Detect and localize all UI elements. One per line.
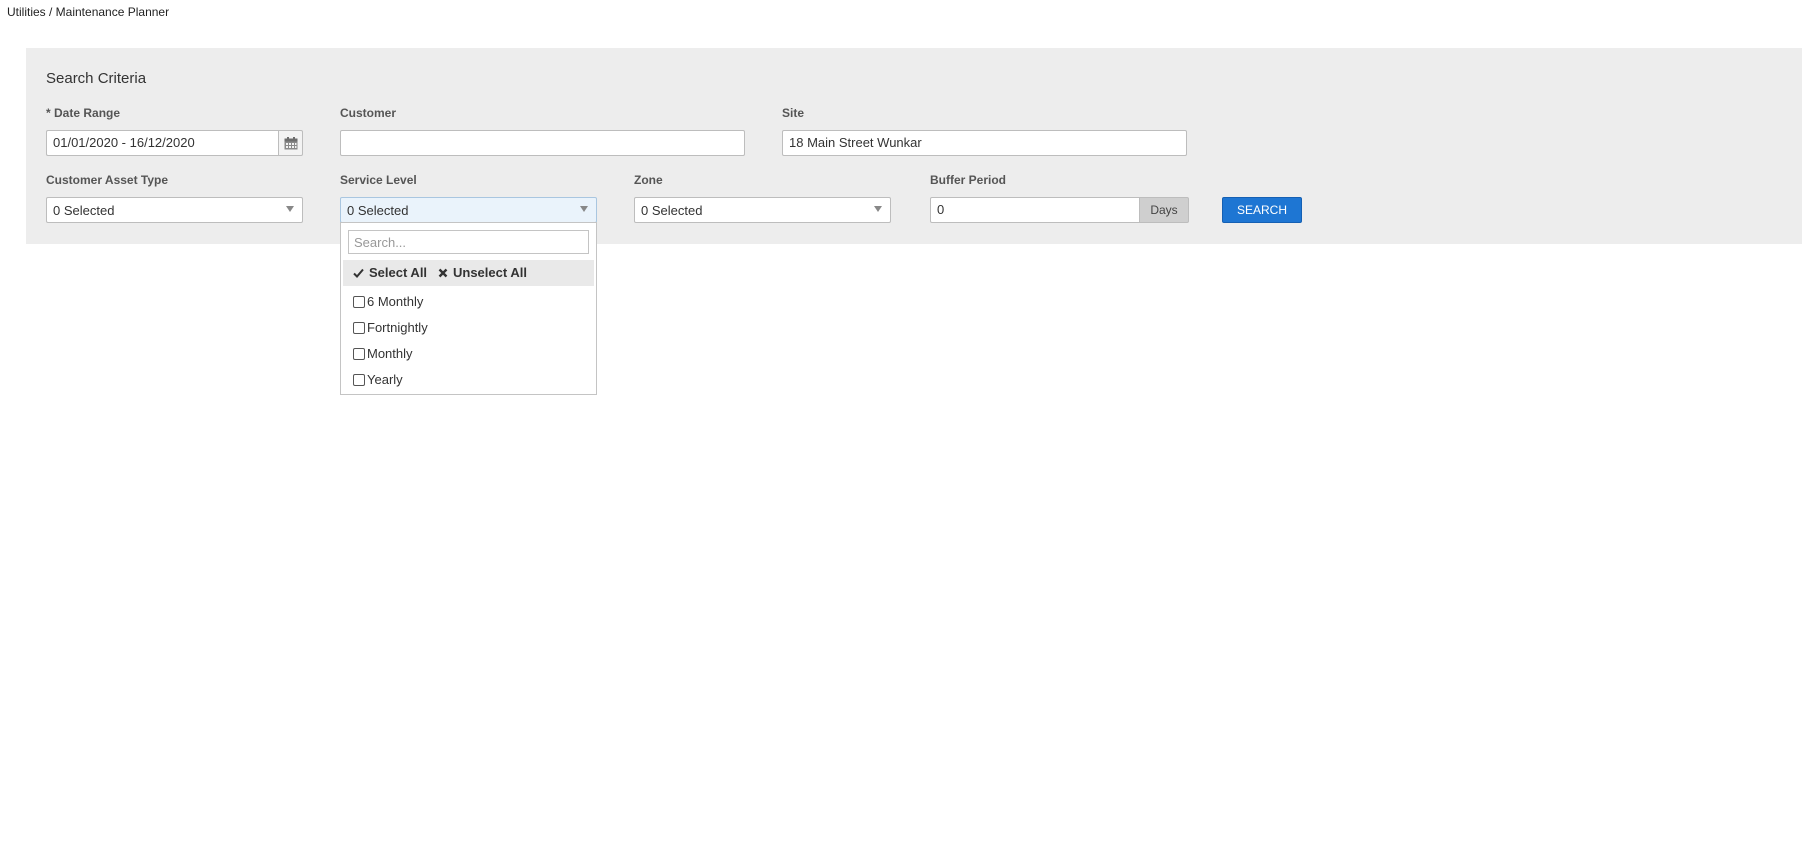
option-label: Yearly (367, 372, 403, 387)
option-label: Fortnightly (367, 320, 428, 335)
calendar-icon (284, 136, 297, 149)
service-level-dropdown: Search... Select All Unselect All 6 Mont… (340, 222, 597, 395)
search-criteria-panel: Search Criteria * Date Range 01/01/2020 … (26, 48, 1802, 244)
buffer-period-control: 0 Days (930, 197, 1189, 223)
customer-label: Customer (340, 106, 397, 120)
option-checkbox[interactable] (353, 373, 365, 386)
customer-asset-type-select[interactable]: 0 Selected (46, 197, 303, 223)
date-range-control: 01/01/2020 - 16/12/2020 (46, 130, 303, 156)
option-checkbox[interactable] (353, 295, 365, 308)
select-all-label: Select All (369, 265, 428, 280)
search-button[interactable]: SEARCH (1222, 197, 1302, 223)
calendar-button[interactable] (278, 130, 303, 156)
customer-asset-type-label: Customer Asset Type (46, 173, 169, 187)
dropdown-option[interactable]: 6 Monthly (353, 294, 423, 309)
option-checkbox[interactable] (353, 347, 365, 360)
service-level-select[interactable]: 0 Selected (340, 197, 597, 223)
unselect-all-label: Unselect All (453, 265, 527, 280)
zone-label: Zone (634, 173, 663, 187)
date-range-label: * Date Range (46, 106, 121, 120)
site-input[interactable]: 18 Main Street Wunkar (782, 130, 1187, 156)
dropdown-option[interactable]: Fortnightly (353, 320, 428, 335)
chevron-down-icon (286, 206, 294, 212)
breadcrumb: Utilities / Maintenance Planner (7, 5, 170, 19)
site-label: Site (782, 106, 805, 120)
close-icon (438, 268, 448, 277)
option-label: Monthly (367, 346, 413, 361)
option-label: 6 Monthly (367, 294, 424, 309)
panel-title: Search Criteria (46, 70, 147, 87)
zone-value: 0 Selected (641, 203, 703, 218)
zone-select[interactable]: 0 Selected (634, 197, 891, 223)
service-level-value: 0 Selected (347, 203, 409, 218)
dropdown-option[interactable]: Yearly (353, 372, 403, 387)
dropdown-actions-bar: Select All Unselect All (343, 260, 594, 286)
checkmark-icon (353, 268, 364, 278)
days-addon: Days (1139, 197, 1189, 223)
chevron-down-icon (580, 206, 588, 212)
date-range-input[interactable]: 01/01/2020 - 16/12/2020 (46, 130, 279, 156)
dropdown-option[interactable]: Monthly (353, 346, 413, 361)
chevron-down-icon (874, 206, 882, 212)
select-all-button[interactable]: Select All (353, 265, 427, 280)
buffer-period-label: Buffer Period (930, 173, 1007, 187)
buffer-period-input[interactable]: 0 (930, 197, 1140, 223)
service-level-label: Service Level (340, 173, 417, 187)
customer-asset-type-value: 0 Selected (53, 203, 115, 218)
option-checkbox[interactable] (353, 321, 365, 334)
dropdown-search-input[interactable]: Search... (348, 230, 589, 254)
customer-input[interactable] (340, 130, 745, 156)
unselect-all-button[interactable]: Unselect All (438, 265, 527, 280)
